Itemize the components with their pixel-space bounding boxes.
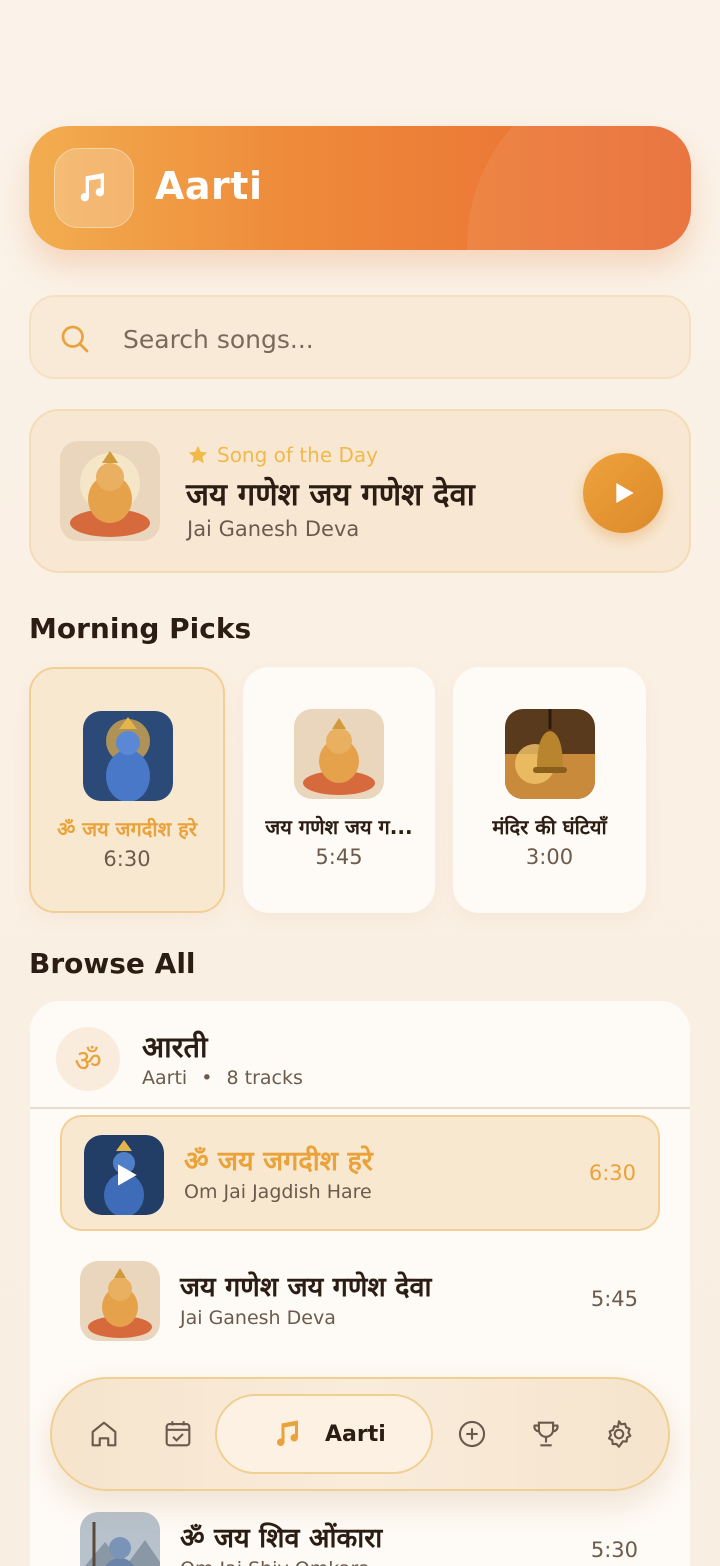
song-of-the-day-title: जय गणेश जय गणेश देवा — [186, 477, 475, 513]
om-icon: ॐ — [56, 1027, 120, 1091]
search-icon — [61, 325, 89, 353]
category-meta: Aarti • 8 tracks — [142, 1067, 303, 1089]
ganesh-thumbnail — [294, 709, 384, 799]
search-input[interactable] — [123, 319, 663, 359]
track-subtitle: Jai Ganesh Deva — [180, 1307, 336, 1329]
add-circle-icon[interactable] — [450, 1412, 494, 1456]
morning-pick-title: ॐ जय जगदीश हरे — [57, 817, 197, 841]
morning-pick-card[interactable]: ॐ जय जगदीश हरे 6:30 — [29, 667, 225, 913]
play-icon — [616, 483, 634, 503]
page-title: Aarti — [155, 164, 263, 208]
track-subtitle: Om Jai Shiv Omkara — [180, 1558, 370, 1566]
track-title: जय गणेश जय गणेश देवा — [180, 1272, 432, 1303]
track-duration: 5:30 — [590, 1538, 638, 1562]
morning-pick-card[interactable]: मंदिर की घंटियाँ 3:00 — [453, 667, 646, 913]
song-of-the-day-label: Song of the Day — [187, 443, 378, 467]
star-icon — [188, 445, 208, 464]
meta-separator: • — [201, 1067, 213, 1089]
play-button[interactable] — [583, 453, 663, 533]
gear-icon[interactable] — [597, 1412, 641, 1456]
song-of-the-day-subtitle: Jai Ganesh Deva — [187, 517, 360, 541]
ganesh-thumbnail — [60, 441, 160, 541]
morning-pick-title: जय गणेश जय ग... — [265, 815, 413, 839]
track-title: ॐ जय शिव ओंकारा — [180, 1523, 383, 1554]
morning-pick-duration: 6:30 — [103, 847, 151, 871]
temple-bell-thumbnail — [505, 709, 595, 799]
morning-pick-duration: 5:45 — [315, 845, 363, 869]
bottom-nav: Aarti — [50, 1377, 670, 1491]
play-icon — [118, 1164, 137, 1186]
morning-pick-card[interactable]: जय गणेश जय ग... 5:45 — [243, 667, 435, 913]
music-note-icon — [54, 148, 134, 228]
track-row[interactable]: ॐ जय शिव ओंकारा Om Jai Shiv Omkara 5:30 — [60, 1494, 660, 1566]
track-subtitle: Om Jai Jagdish Hare — [184, 1181, 372, 1203]
track-row[interactable]: ॐ जय जगदीश हरे Om Jai Jagdish Hare 6:30 — [60, 1115, 660, 1231]
search-bar[interactable] — [29, 295, 691, 379]
track-duration: 5:45 — [590, 1287, 638, 1311]
divider — [30, 1107, 690, 1109]
calendar-check-icon[interactable] — [156, 1412, 200, 1456]
track-title: ॐ जय जगदीश हरे — [184, 1146, 373, 1177]
trophy-icon[interactable] — [524, 1412, 568, 1456]
song-of-the-day-card[interactable]: Song of the Day जय गणेश जय गणेश देवा Jai… — [29, 409, 691, 573]
category-subtitle: Aarti — [142, 1067, 188, 1089]
morning-pick-title: मंदिर की घंटियाँ — [492, 815, 607, 839]
category-title[interactable]: आरती — [142, 1027, 208, 1066]
track-duration: 6:30 — [588, 1161, 636, 1185]
vishnu-thumbnail — [84, 1135, 164, 1215]
music-note-icon — [277, 1420, 298, 1446]
morning-picks-heading: Morning Picks — [29, 612, 252, 645]
page-header: Aarti — [29, 126, 691, 250]
header-decoration — [467, 126, 691, 250]
home-icon[interactable] — [82, 1412, 126, 1456]
track-row[interactable]: जय गणेश जय गणेश देवा Jai Ganesh Deva 5:4… — [60, 1243, 660, 1359]
vishnu-thumbnail — [83, 711, 173, 801]
nav-tab-aarti[interactable]: Aarti — [215, 1394, 433, 1474]
morning-pick-duration: 3:00 — [525, 845, 574, 869]
ganesh-thumbnail — [80, 1261, 160, 1341]
browse-all-heading: Browse All — [29, 947, 196, 980]
shiva-thumbnail — [80, 1512, 160, 1566]
nav-tab-label: Aarti — [325, 1421, 386, 1447]
track-count: 8 tracks — [226, 1067, 303, 1089]
song-of-the-day-label-text: Song of the Day — [217, 443, 378, 467]
